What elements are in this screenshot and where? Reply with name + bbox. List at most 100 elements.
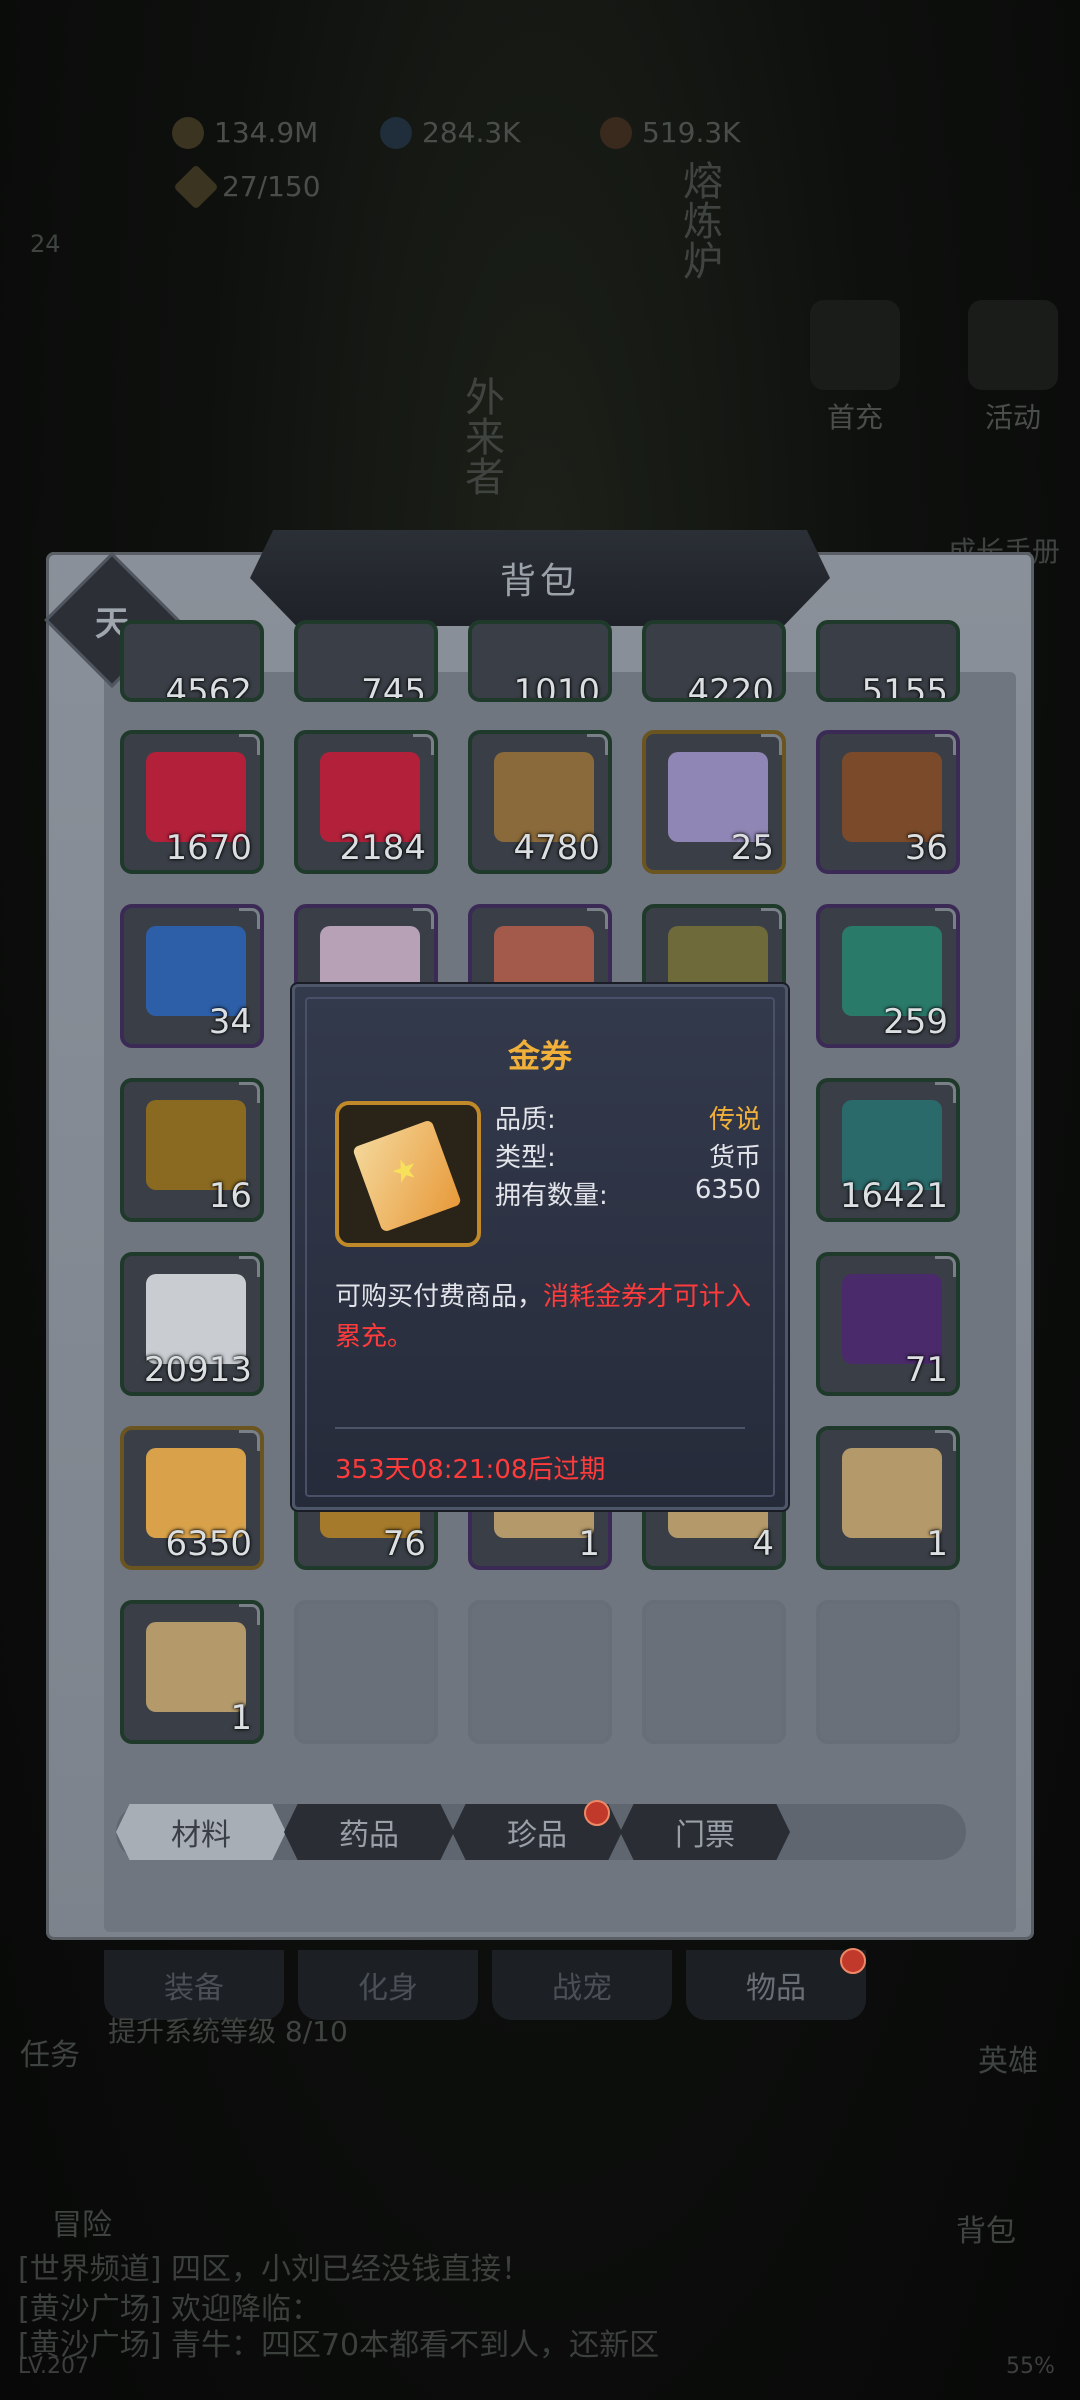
gold-ticket-icon <box>352 1119 462 1233</box>
first-charge-button[interactable]: 首充 <box>810 300 900 436</box>
item-slot[interactable]: 71 <box>816 1252 960 1396</box>
stamina-icon <box>173 163 219 210</box>
item-slot[interactable]: 1670 <box>120 730 264 874</box>
type-value: 货币 <box>708 1143 761 1173</box>
item-tooltip: 金券 品质: 传说 类型: 货币 拥有数量: 6350 可购买付费商品，消耗金券… <box>292 984 788 1510</box>
slot-corner <box>761 908 782 929</box>
item-quantity: 1 <box>230 1698 252 1738</box>
bag-button[interactable]: 背包 <box>956 2206 1016 2250</box>
item-slot[interactable]: 745 <box>294 620 438 702</box>
item-quantity: 76 <box>382 1524 426 1564</box>
item-quantity: 4780 <box>513 828 600 868</box>
count-value: 6350 <box>694 1175 761 1205</box>
item-slot[interactable]: 4562 <box>120 620 264 702</box>
item-quantity: 20913 <box>143 1350 252 1390</box>
furnace-label[interactable]: 熔炼炉 <box>670 160 728 280</box>
item-slot[interactable]: 16 <box>120 1078 264 1222</box>
item-quantity: 259 <box>883 1002 948 1042</box>
item-quantity: 2184 <box>339 828 426 868</box>
empty-slot <box>642 1600 786 1744</box>
outsider-label[interactable]: 外来者 <box>452 376 510 496</box>
calendar-icon <box>968 300 1058 390</box>
item-quantity: 36 <box>904 828 948 868</box>
task-button[interactable]: 任务 <box>20 2030 80 2074</box>
diamond-counter: 284.3K <box>380 116 521 149</box>
gold-counter: 134.9M <box>172 116 318 149</box>
empty-slot <box>468 1600 612 1744</box>
item-quantity: 5155 <box>861 672 948 702</box>
task-progress: 提升系统等级 8/10 <box>108 2015 348 2048</box>
item-description: 可购买付费商品，消耗金券才可计入累充。 <box>335 1282 752 1352</box>
player-lv: LV.207 <box>18 2354 90 2379</box>
tab-materials[interactable]: 材料 <box>116 1804 286 1860</box>
slot-corner <box>239 1082 260 1103</box>
slot-corner <box>587 908 608 929</box>
item-slot[interactable]: 25 <box>642 730 786 874</box>
slot-corner <box>413 734 434 755</box>
quality-row: 品质: 传说 <box>495 1099 761 1136</box>
item-quantity: 25 <box>730 828 774 868</box>
item-slot[interactable]: 5155 <box>816 620 960 702</box>
item-slot[interactable]: 1010 <box>468 620 612 702</box>
item-slot[interactable]: 259 <box>816 904 960 1048</box>
item-slot[interactable]: 4780 <box>468 730 612 874</box>
slot-corner <box>587 734 608 755</box>
slot-corner <box>935 1256 956 1277</box>
item-quantity: 1 <box>926 1524 948 1564</box>
item-slot[interactable]: 20913 <box>120 1252 264 1396</box>
slot-corner <box>935 1082 956 1103</box>
adventure-button[interactable]: 冒险 <box>52 2200 112 2244</box>
item-slot[interactable]: 1 <box>816 1426 960 1570</box>
diamond-icon <box>380 116 412 149</box>
exp-percent: 55% <box>1006 2354 1055 2379</box>
count-row: 拥有数量: 6350 <box>495 1175 761 1211</box>
empty-slot <box>816 1600 960 1744</box>
tooltip-divider <box>335 1427 745 1429</box>
item-slot[interactable]: 34 <box>120 904 264 1048</box>
tab-items[interactable]: 物品 <box>686 1950 866 2020</box>
item-slot[interactable]: 2184 <box>294 730 438 874</box>
item-icon-frame <box>335 1101 481 1247</box>
slot-corner <box>239 1604 260 1625</box>
item-quantity: 4 <box>752 1524 774 1564</box>
slot-corner <box>761 734 782 755</box>
expire-time: 353天08:21:08后过期 <box>335 1455 606 1485</box>
backpack-title: 背包 <box>250 530 830 626</box>
item-slot[interactable]: 1 <box>120 1600 264 1744</box>
items-notification-dot <box>840 1948 866 1974</box>
chat-line: [世界频道] 四区，小刘已经没钱直接！ <box>18 2252 531 2287</box>
item-slot[interactable]: 36 <box>816 730 960 874</box>
type-row: 类型: 货币 <box>495 1137 761 1174</box>
slot-corner <box>935 734 956 755</box>
notification-dot <box>584 1800 610 1826</box>
item-quantity: 34 <box>208 1002 252 1042</box>
item-quantity: 4220 <box>687 672 774 702</box>
item-quantity: 16 <box>208 1176 252 1216</box>
item-quantity: 1010 <box>513 672 600 702</box>
tab-tickets[interactable]: 门票 <box>620 1804 790 1860</box>
hero-button[interactable]: 英雄 <box>978 2036 1038 2080</box>
item-quantity: 71 <box>904 1350 948 1390</box>
slot-corner <box>239 1256 260 1277</box>
slot-corner <box>239 1430 260 1451</box>
item-quantity: 745 <box>361 672 426 702</box>
essence-icon <box>600 116 632 149</box>
slot-corner <box>413 908 434 929</box>
gift-icon <box>810 300 900 390</box>
item-slot[interactable]: 16421 <box>816 1078 960 1222</box>
item-slot[interactable]: 6350 <box>120 1426 264 1570</box>
gold-coin-icon <box>172 116 204 149</box>
item-name: 金券 <box>507 1037 572 1075</box>
quality-value: 传说 <box>708 1105 761 1135</box>
slot-corner <box>239 734 260 755</box>
slot-corner <box>239 908 260 929</box>
slot-corner <box>935 1430 956 1451</box>
activity-button[interactable]: 活动 <box>968 300 1058 436</box>
slot-corner <box>935 908 956 929</box>
chat-line: [黄沙广场] 青牛：四区70本都看不到人，还新区 <box>18 2328 660 2363</box>
item-quantity: 4562 <box>165 672 252 702</box>
item-slot[interactable]: 4220 <box>642 620 786 702</box>
tab-pets[interactable]: 战宠 <box>492 1950 672 2020</box>
item-quantity: 1 <box>578 1524 600 1564</box>
tab-potions[interactable]: 药品 <box>284 1804 454 1860</box>
